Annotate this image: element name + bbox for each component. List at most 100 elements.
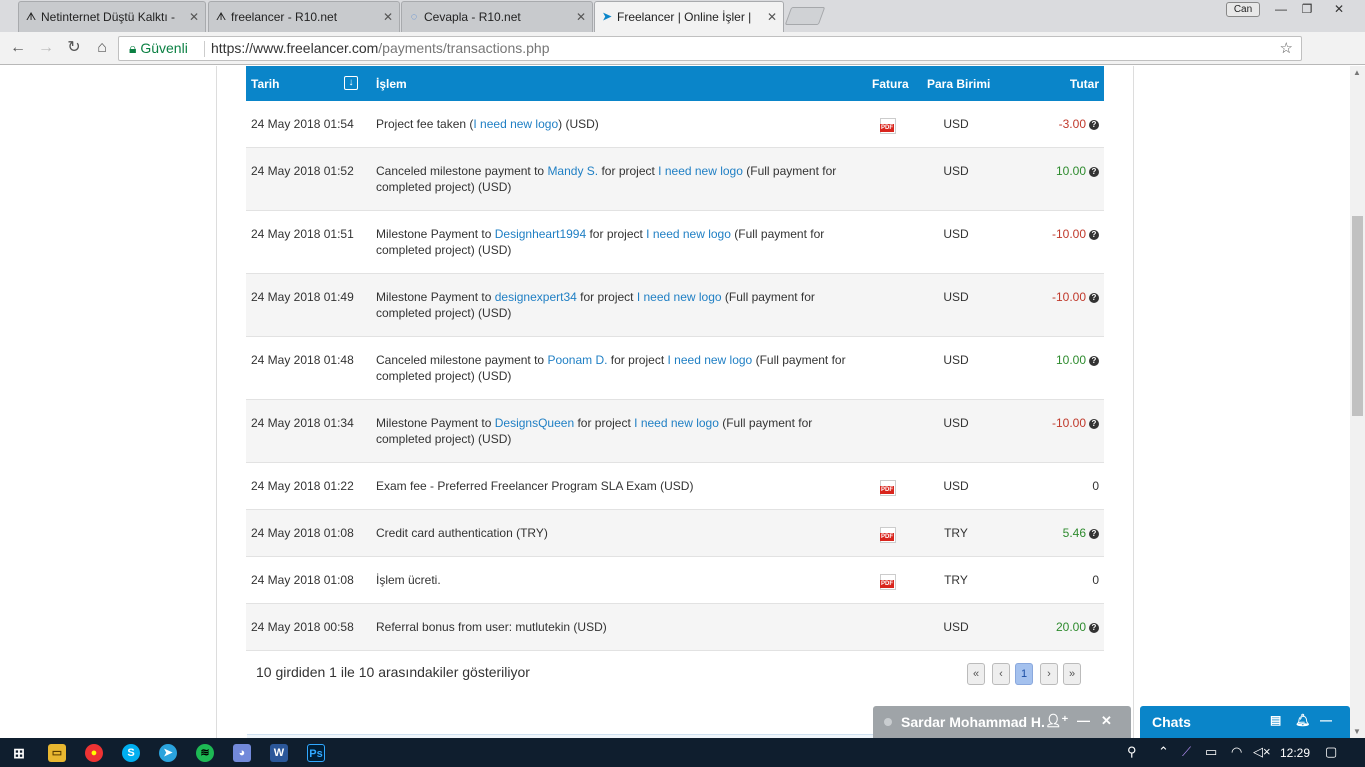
project-link[interactable]: I need new logo bbox=[637, 290, 722, 304]
close-chat-icon[interactable]: ✕ bbox=[1101, 713, 1112, 729]
user-link[interactable]: DesignsQueen bbox=[495, 416, 574, 430]
tab-freelancer-r10[interactable]: ᗑ freelancer - R10.net ✕ bbox=[208, 1, 400, 32]
row-date: 24 May 2018 01:51 bbox=[251, 227, 354, 241]
close-icon[interactable]: ✕ bbox=[189, 10, 199, 24]
windows-start-icon[interactable]: ⊞ bbox=[10, 744, 28, 762]
header-currency[interactable]: Para Birimi bbox=[927, 77, 990, 91]
sort-down-icon[interactable]: ↓ bbox=[344, 76, 358, 90]
help-icon[interactable]: ? bbox=[1089, 623, 1099, 633]
close-icon[interactable]: ✕ bbox=[767, 10, 777, 24]
r10-icon: ᗑ bbox=[215, 11, 227, 23]
minimize-chat-icon[interactable]: — bbox=[1077, 713, 1090, 728]
notifications-bell-icon[interactable]: 🔔︎ bbox=[1295, 713, 1310, 727]
skype-icon[interactable]: S bbox=[122, 744, 140, 762]
chrome-icon[interactable]: ● bbox=[85, 744, 103, 762]
project-link[interactable]: I need new logo bbox=[658, 164, 743, 178]
row-description: Milestone Payment to Designheart1994 for… bbox=[376, 226, 846, 258]
chat-contact-name[interactable]: Sardar Mohammad H. bbox=[901, 714, 1045, 730]
minimize-chats-icon[interactable]: — bbox=[1320, 713, 1332, 727]
reload-icon[interactable]: ↻ bbox=[64, 38, 84, 58]
row-amount: 0 bbox=[1092, 573, 1099, 587]
freelancer-icon: ➤ bbox=[602, 11, 612, 23]
chat-window-collapsed[interactable]: Sardar Mohammad H. 👤︎⁺ — ✕ bbox=[873, 706, 1131, 738]
discord-icon[interactable]: ◕ bbox=[233, 744, 251, 762]
user-link[interactable]: Poonam D. bbox=[547, 353, 607, 367]
pdf-invoice-icon[interactable]: PDF bbox=[880, 527, 898, 543]
tab-freelancer-active[interactable]: ➤ Freelancer | Online İşler | ✕ bbox=[594, 1, 784, 32]
pdf-invoice-icon[interactable]: PDF bbox=[880, 480, 898, 496]
close-window-icon[interactable]: ✕ bbox=[1326, 0, 1352, 18]
user-link[interactable]: designexpert34 bbox=[495, 290, 577, 304]
file-explorer-icon[interactable]: ▭ bbox=[48, 744, 66, 762]
back-icon[interactable]: ← bbox=[8, 38, 28, 58]
page-first-button[interactable]: « bbox=[967, 663, 985, 685]
telegram-icon[interactable]: ➤ bbox=[159, 744, 177, 762]
notifications-icon[interactable]: ▢ bbox=[1325, 744, 1337, 760]
help-icon[interactable]: ? bbox=[1089, 419, 1099, 429]
pdf-invoice-icon[interactable]: PDF bbox=[880, 118, 898, 134]
compose-icon[interactable]: ▤ bbox=[1270, 713, 1281, 727]
new-tab-button[interactable] bbox=[784, 7, 826, 25]
volume-muted-icon[interactable]: ◁× bbox=[1253, 744, 1271, 760]
people-icon[interactable]: ⚲ bbox=[1127, 744, 1137, 760]
row-currency: TRY bbox=[944, 573, 968, 587]
spotify-icon[interactable]: ≋ bbox=[196, 744, 214, 762]
tab-netinternet[interactable]: ᗑ Netinternet Düştü Kalktı - ✕ bbox=[18, 1, 206, 32]
add-user-icon[interactable]: 👤︎⁺ bbox=[1045, 713, 1068, 729]
help-icon[interactable]: ? bbox=[1089, 529, 1099, 539]
table-summary: 10 girdiden 1 ile 10 arasındakiler göste… bbox=[256, 664, 530, 680]
loading-icon: ◌ bbox=[410, 11, 418, 23]
row-description: Milestone Payment to DesignsQueen for pr… bbox=[376, 415, 846, 447]
close-icon[interactable]: ✕ bbox=[576, 10, 586, 24]
secure-indicator[interactable]: 🔒︎ Güvenli bbox=[129, 37, 188, 60]
row-description: Credit card authentication (TRY) bbox=[376, 525, 846, 541]
page-next-button[interactable]: › bbox=[1040, 663, 1058, 685]
help-icon[interactable]: ? bbox=[1089, 356, 1099, 366]
profile-button[interactable]: Can bbox=[1226, 2, 1260, 17]
table-row: 24 May 2018 01:54 Project fee taken (I ne… bbox=[246, 101, 1104, 148]
tray-up-icon[interactable]: ⌃ bbox=[1158, 744, 1169, 760]
photoshop-icon[interactable]: Ps bbox=[307, 744, 325, 762]
home-icon[interactable]: ⌂ bbox=[92, 38, 112, 58]
help-icon[interactable]: ? bbox=[1089, 230, 1099, 240]
bookmark-star-icon[interactable]: ☆ bbox=[1280, 37, 1293, 60]
scroll-up-icon[interactable]: ▲ bbox=[1353, 68, 1361, 77]
header-invoice[interactable]: Fatura bbox=[872, 77, 909, 91]
tab-cevapla[interactable]: ◌ Cevapla - R10.net ✕ bbox=[401, 1, 593, 32]
feather-icon[interactable]: ⟋ bbox=[1182, 744, 1191, 760]
page-prev-button[interactable]: ‹ bbox=[992, 663, 1010, 685]
header-action[interactable]: İşlem bbox=[376, 77, 407, 91]
address-input[interactable]: 🔒︎ Güvenli https://www.freelancer.com/pa… bbox=[118, 36, 1302, 61]
close-icon[interactable]: ✕ bbox=[383, 10, 393, 24]
row-currency: USD bbox=[943, 227, 969, 241]
restore-icon[interactable]: ❐ bbox=[1294, 0, 1320, 18]
forward-icon[interactable]: → bbox=[36, 38, 56, 58]
scroll-down-icon[interactable]: ▼ bbox=[1353, 727, 1361, 736]
project-link[interactable]: I need new logo bbox=[668, 353, 753, 367]
minimize-icon[interactable]: — bbox=[1268, 0, 1294, 18]
chats-bar[interactable]: Chats ▤ 🔔︎ — bbox=[1140, 706, 1350, 738]
lock-icon: 🔒︎ bbox=[129, 40, 137, 56]
pdf-invoice-icon[interactable]: PDF bbox=[880, 574, 898, 590]
taskbar-clock[interactable]: 12:29 bbox=[1280, 746, 1310, 760]
header-date[interactable]: Tarih bbox=[251, 77, 279, 91]
project-link[interactable]: I need new logo bbox=[473, 117, 558, 131]
user-link[interactable]: Mandy S. bbox=[547, 164, 598, 178]
table-row: 24 May 2018 01:52 Canceled milestone paym… bbox=[246, 148, 1104, 211]
scroll-thumb[interactable] bbox=[1352, 216, 1363, 416]
help-icon[interactable]: ? bbox=[1089, 293, 1099, 303]
project-link[interactable]: I need new logo bbox=[634, 416, 719, 430]
wifi-icon[interactable]: ◠ bbox=[1231, 744, 1242, 760]
row-amount: -10.00? bbox=[1052, 227, 1099, 241]
page-last-button[interactable]: » bbox=[1063, 663, 1081, 685]
battery-icon[interactable]: ▭ bbox=[1205, 744, 1217, 760]
word-icon[interactable]: W bbox=[270, 744, 288, 762]
page-scrollbar[interactable]: ▲ ▼ bbox=[1350, 66, 1365, 738]
page-1-button[interactable]: 1 bbox=[1015, 663, 1033, 685]
help-icon[interactable]: ? bbox=[1089, 167, 1099, 177]
header-amount[interactable]: Tutar bbox=[1070, 77, 1099, 91]
chats-label[interactable]: Chats bbox=[1152, 714, 1191, 730]
user-link[interactable]: Designheart1994 bbox=[495, 227, 586, 241]
project-link[interactable]: I need new logo bbox=[646, 227, 731, 241]
help-icon[interactable]: ? bbox=[1089, 120, 1099, 130]
